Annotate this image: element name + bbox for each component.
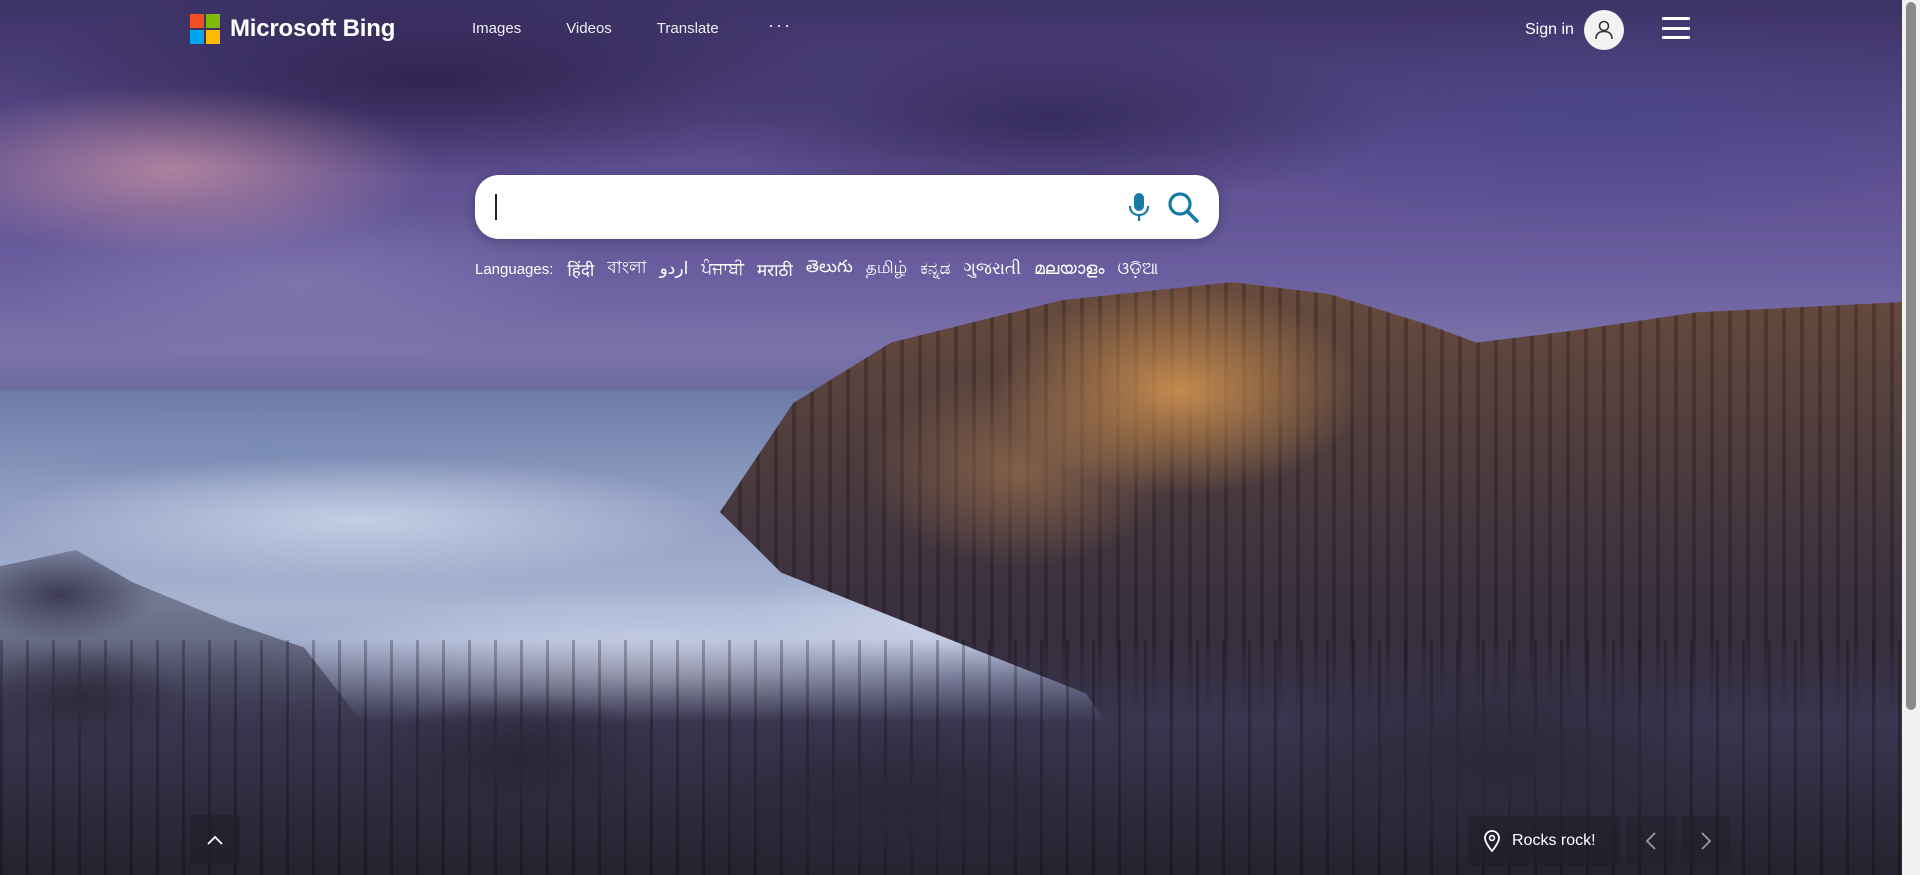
- image-caption-text: Rocks rock!: [1512, 832, 1596, 849]
- more-menu-button[interactable]: ···: [768, 15, 792, 36]
- language-link-marathi[interactable]: मराठी: [757, 258, 793, 281]
- language-link-malayalam[interactable]: മലയാളം: [1034, 259, 1104, 279]
- nav-translate[interactable]: Translate: [657, 20, 719, 37]
- bing-logo[interactable]: Microsoft Bing: [190, 13, 395, 45]
- language-link-bangla[interactable]: বাংলা: [607, 255, 646, 283]
- language-link-kannada[interactable]: ಕನ್ನಡ: [920, 259, 950, 279]
- user-avatar-icon: [1583, 10, 1624, 50]
- brand-name: Microsoft Bing: [230, 15, 396, 42]
- language-link-tamil[interactable]: தமிழ்: [866, 258, 908, 280]
- page-scrollbar[interactable]: [1902, 0, 1920, 875]
- previous-image-button[interactable]: [1626, 816, 1676, 866]
- sign-in-button[interactable]: Sign in: [1525, 10, 1624, 50]
- microphone-icon[interactable]: [1123, 191, 1155, 223]
- language-link-telugu[interactable]: తెలుగు: [806, 257, 853, 281]
- language-link-gujarati[interactable]: ગુજરાતી: [963, 259, 1021, 279]
- languages-label: Languages:: [475, 260, 554, 278]
- language-link-odia[interactable]: ଓଡ଼ିଆ: [1118, 259, 1159, 279]
- nav-videos[interactable]: Videos: [566, 20, 612, 37]
- chevron-left-icon: [1645, 832, 1656, 850]
- sign-in-label: Sign in: [1525, 21, 1574, 38]
- text-cursor: [495, 194, 497, 220]
- top-header: Microsoft Bing Images Videos Translate ·…: [0, 0, 1920, 60]
- bing-homepage: Microsoft Bing Images Videos Translate ·…: [0, 0, 1920, 875]
- scrollbar-thumb[interactable]: [1906, 2, 1916, 710]
- location-pin-icon: [1484, 830, 1500, 852]
- search-box: [475, 175, 1219, 239]
- language-link-punjabi[interactable]: ਪੰਜਾਬੀ: [701, 259, 744, 279]
- language-links: Languages: हिंदी বাংলা اردو ਪੰਜਾਬੀ मराठी…: [475, 255, 1171, 283]
- image-caption-button[interactable]: Rocks rock!: [1468, 816, 1620, 866]
- chevron-right-icon: [1701, 832, 1712, 850]
- nav-images[interactable]: Images: [472, 20, 521, 37]
- microsoft-logo-icon: [190, 14, 220, 44]
- magnifier-icon[interactable]: [1165, 189, 1201, 225]
- hamburger-menu-icon[interactable]: [1662, 17, 1690, 39]
- language-link-urdu[interactable]: اردو: [660, 259, 689, 279]
- top-nav: Images Videos Translate: [472, 20, 764, 37]
- search-input[interactable]: [493, 187, 1097, 229]
- chevron-up-icon: [207, 835, 223, 845]
- scroll-up-button[interactable]: [190, 815, 240, 865]
- next-image-button[interactable]: [1681, 816, 1731, 866]
- language-link-hindi[interactable]: हिंदी: [567, 258, 594, 281]
